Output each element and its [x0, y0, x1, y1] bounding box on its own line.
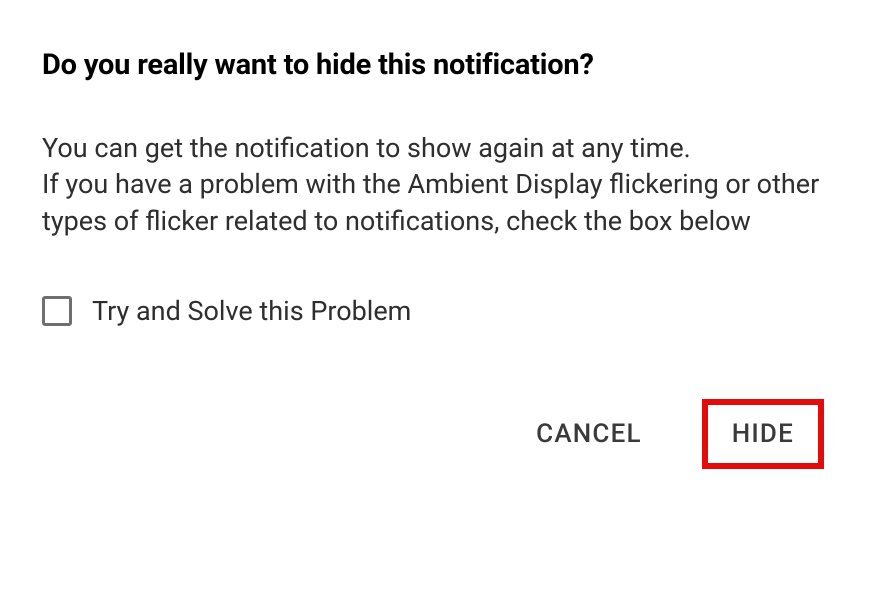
dialog-body: You can get the notification to show aga… [42, 130, 828, 239]
solve-problem-checkbox-row[interactable]: Try and Solve this Problem [42, 295, 828, 327]
checkbox-label: Try and Solve this Problem [92, 295, 411, 327]
dialog-title: Do you really want to hide this notifica… [42, 48, 828, 82]
hide-button-highlight: HIDE [702, 399, 824, 469]
hide-notification-dialog: Do you really want to hide this notifica… [42, 48, 828, 469]
checkbox-icon[interactable] [42, 296, 72, 326]
hide-button[interactable]: HIDE [708, 405, 818, 463]
cancel-button[interactable]: CANCEL [516, 405, 662, 463]
dialog-button-row: CANCEL HIDE [42, 399, 828, 469]
